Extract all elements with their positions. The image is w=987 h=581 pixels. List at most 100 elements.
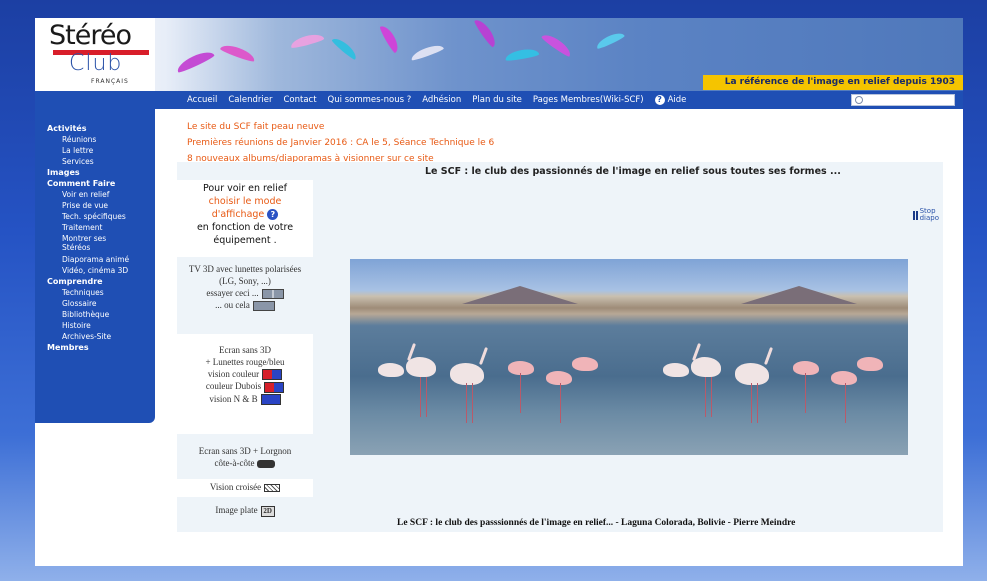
search-input[interactable] — [851, 94, 955, 106]
tv3d-box: TV 3D avec lunettes polarisées (LG, Sony… — [177, 262, 313, 334]
anaglyph-glasses-icon — [264, 381, 285, 393]
flamingo — [663, 363, 689, 377]
feather-decoration — [473, 18, 499, 49]
anaglyph-box: Ecran sans 3D + Lunettes rouge/bleu visi… — [177, 334, 313, 434]
logo-text-club: Club — [69, 51, 123, 76]
relief-text-3: équipement . — [213, 235, 277, 246]
relief-link-choose[interactable]: choisir le mode — [177, 195, 313, 208]
feather-decoration — [219, 42, 257, 63]
anaglyph-glasses-icon — [260, 394, 281, 406]
anaglyph-dubois[interactable]: couleur Dubois — [177, 380, 313, 393]
sidebar-item-prise-de-vue[interactable]: Prise de vue — [47, 200, 155, 211]
flamingo — [546, 371, 572, 385]
flamingo-leg — [757, 383, 758, 423]
tv3d-option-1-label: essayer ceci ... — [206, 288, 259, 298]
flamingo-leg — [426, 377, 427, 417]
flamingo-neck — [479, 347, 488, 365]
site-logo[interactable]: Stéréo Club FRANÇAIS — [35, 18, 155, 91]
sidebar-item-comment-faire[interactable]: Comment Faire — [47, 178, 155, 189]
sidebar-item-comprendre[interactable]: Comprendre — [47, 276, 155, 287]
sidebar-item-diaporama-anime[interactable]: Diaporama animé — [47, 252, 155, 265]
tv3d-option-1[interactable]: essayer ceci ... — [177, 287, 313, 299]
sidebar-item-bibliotheque[interactable]: Bibliothèque — [47, 309, 155, 320]
relief-text-1: Pour voir en relief — [202, 183, 288, 194]
sidebar-item-stereos[interactable]: Stéréos — [47, 243, 155, 252]
sidebar-item-archives-site[interactable]: Archives-Site — [47, 331, 155, 342]
tv3d-option-2[interactable]: ... ou cela — [177, 299, 313, 311]
news-link-1[interactable]: Le site du SCF fait peau neuve — [187, 119, 494, 135]
nav-qui-sommes-nous[interactable]: Qui sommes-nous ? — [328, 95, 412, 105]
slogan-bar: La référence de l'image en relief depuis… — [703, 75, 963, 90]
sidebar-item-services[interactable]: Services — [47, 156, 155, 167]
image-plate-label: Image plate — [215, 505, 258, 515]
stop-diapo-button[interactable]: Stop diapo — [912, 208, 939, 222]
sidebar-item-reunions[interactable]: Réunions — [47, 134, 155, 145]
flamingo-leg — [845, 383, 846, 423]
tv3d-text-1: TV 3D avec lunettes polarisées — [188, 264, 302, 274]
nav-contact[interactable]: Contact — [283, 95, 316, 105]
sidebar-item-montrer-ses[interactable]: Montrer ses — [47, 233, 155, 243]
sidebar: Activités Réunions La lettre Services Im… — [35, 109, 155, 423]
feather-decoration — [594, 30, 626, 50]
flamingo — [378, 363, 404, 377]
nav-calendrier[interactable]: Calendrier — [228, 95, 272, 105]
news-link-2[interactable]: Premières réunions de Janvier 2016 : CA … — [187, 135, 494, 151]
anaglyph-glasses-icon — [262, 369, 283, 381]
flamingo-leg — [420, 377, 421, 417]
anaglyph-dubois-label: couleur Dubois — [205, 381, 262, 392]
feather-decoration — [378, 23, 402, 54]
flamingo-leg — [466, 383, 467, 423]
cross-eyed-icon — [264, 483, 281, 492]
sidebar-item-techniques[interactable]: Techniques — [47, 287, 155, 298]
flamingo-leg — [711, 377, 712, 417]
flamingo — [572, 357, 598, 371]
anaglyph-text-1: Ecran sans 3D — [219, 345, 271, 355]
anaglyph-color-label: vision couleur — [207, 369, 260, 379]
sidebar-item-voir-en-relief[interactable]: Voir en relief — [47, 189, 155, 200]
sidebar-item-histoire[interactable]: Histoire — [47, 320, 155, 331]
help-icon[interactable]: ? — [267, 209, 279, 220]
stereo-photo-left — [350, 259, 629, 455]
flamingo — [508, 361, 534, 375]
relief-info-box: Pour voir en relief choisir le mode d'af… — [177, 180, 313, 257]
lorgnon-option[interactable]: côte-à-côte — [177, 457, 313, 469]
flamingo-leg — [805, 373, 806, 413]
anaglyph-color[interactable]: vision couleur — [177, 368, 313, 381]
sidebar-item-glossaire[interactable]: Glossaire — [47, 298, 155, 309]
nav-plan-du-site[interactable]: Plan du site — [472, 95, 522, 105]
feather-decoration — [330, 35, 360, 61]
search-icon — [855, 96, 863, 104]
main-panel: Le SCF : le club des passionnés de l'ima… — [177, 162, 943, 532]
help-icon: ? — [654, 95, 665, 105]
image-plate-option[interactable]: Image plate 2D — [177, 502, 313, 520]
vision-croisee-option[interactable]: Vision croisée — [177, 479, 313, 497]
feather-decoration — [174, 48, 216, 74]
sidebar-item-activites[interactable]: Activités — [47, 123, 155, 134]
relief-link-display[interactable]: d'affichage ? — [177, 208, 313, 221]
nav-accueil[interactable]: Accueil — [187, 95, 217, 105]
sidebar-item-video-cinema-3d[interactable]: Vidéo, cinéma 3D — [47, 265, 155, 276]
flamingo-neck — [764, 347, 773, 365]
nav-pages-membres[interactable]: Pages Membres(Wiki-SCF) — [533, 95, 644, 105]
tv3d-option-2-label: ... ou cela — [215, 300, 250, 310]
flamingo — [450, 363, 484, 385]
flamingo-leg — [560, 383, 561, 423]
flamingo-leg — [520, 373, 521, 413]
sidebar-item-tech-specifiques[interactable]: Tech. spécifiques — [47, 211, 155, 222]
nav-adhesion[interactable]: Adhésion — [422, 95, 461, 105]
sidebar-item-membres[interactable]: Membres — [47, 342, 155, 353]
mountain-shape — [740, 286, 857, 305]
sidebar-item-images[interactable]: Images — [47, 167, 155, 178]
site-banner: Stéréo Club FRANÇAIS La référence de l'i… — [35, 18, 963, 91]
flamingo — [831, 371, 857, 385]
flamingo-leg — [472, 383, 473, 423]
sidebar-item-la-lettre[interactable]: La lettre — [47, 145, 155, 156]
flamingo — [735, 363, 769, 385]
anaglyph-bw[interactable]: vision N & B — [177, 393, 313, 406]
flat-2d-icon: 2D — [260, 506, 275, 517]
flamingo — [406, 357, 436, 377]
flamingo — [691, 357, 721, 377]
nav-aide[interactable]: ? Aide — [654, 95, 686, 105]
lorgnon-box: Ecran sans 3D + Lorgnon côte-à-côte — [177, 439, 313, 479]
sidebar-item-traitement[interactable]: Traitement — [47, 222, 155, 233]
